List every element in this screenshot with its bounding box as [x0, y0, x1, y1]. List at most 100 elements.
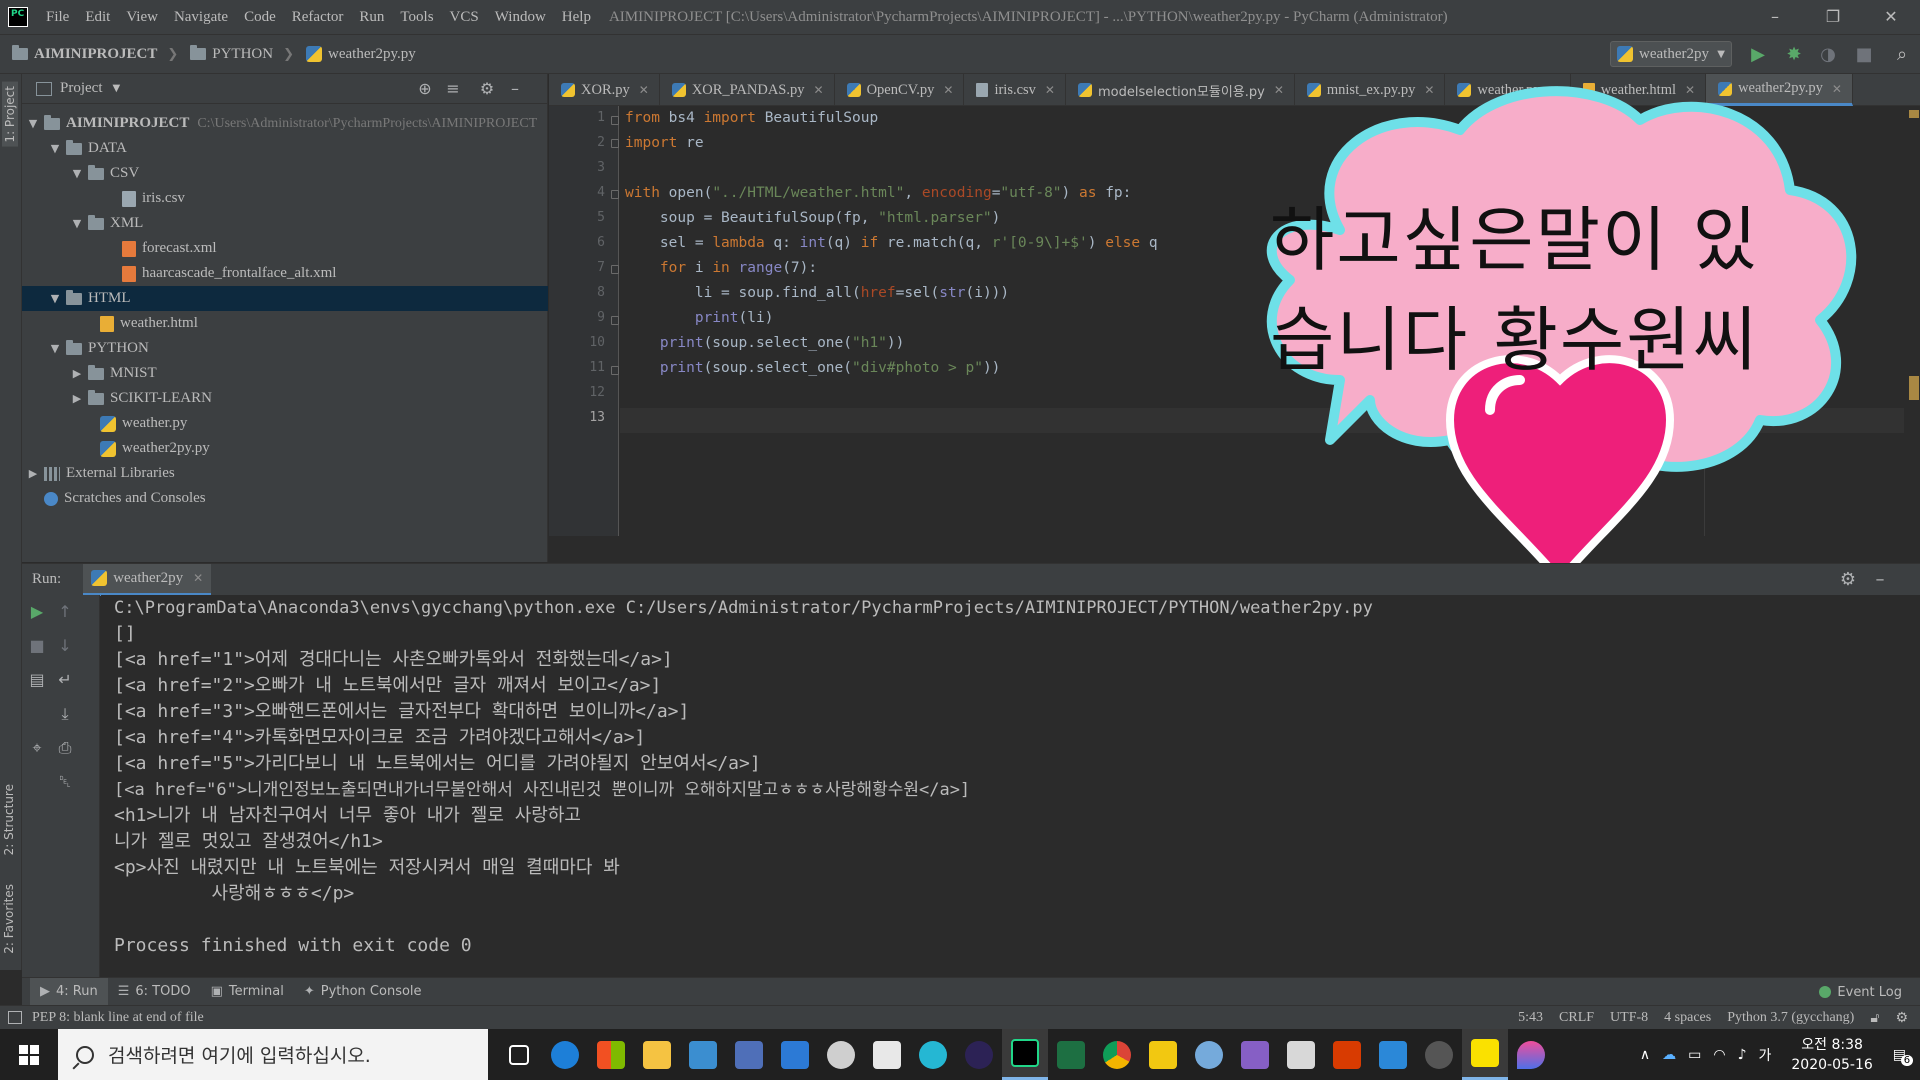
tool-window-python-console[interactable]: ✦ Python Console	[294, 978, 432, 1006]
soft-wrap-icon[interactable]: ↵	[52, 667, 78, 693]
taskbar-settings[interactable]	[1416, 1029, 1462, 1080]
battery-icon[interactable]: ▭	[1688, 1047, 1701, 1063]
minimize-button[interactable]: –	[1746, 0, 1804, 34]
clock[interactable]: 오전 8:38 2020-05-16	[1791, 1035, 1872, 1075]
menu-code[interactable]: Code	[236, 0, 284, 34]
taskbar-vs[interactable]	[1232, 1029, 1278, 1080]
tree-item-html[interactable]: ▼ HTML	[22, 286, 548, 311]
fold-marker-icon[interactable]	[611, 139, 619, 148]
collapse-triangle-icon[interactable]: ▶	[70, 367, 84, 380]
tree-item-data[interactable]: ▼ DATA	[22, 136, 548, 161]
start-button[interactable]	[0, 1029, 58, 1080]
hide-icon[interactable]: –	[1868, 568, 1892, 592]
tree-item-weather-py[interactable]: weather.py	[22, 411, 548, 436]
volume-icon[interactable]: ♪	[1738, 1047, 1747, 1063]
menu-tools[interactable]: Tools	[392, 0, 441, 34]
favorites-tool-tab[interactable]: 2: Favorites	[2, 884, 16, 954]
menu-refactor[interactable]: Refactor	[284, 0, 352, 34]
hide-icon[interactable]: –	[504, 78, 526, 100]
close-icon[interactable]: ✕	[1045, 83, 1055, 97]
menu-edit[interactable]: Edit	[77, 0, 118, 34]
taskbar-office[interactable]	[1324, 1029, 1370, 1080]
fold-marker-icon[interactable]	[611, 190, 619, 199]
toggle-tool-windows-icon[interactable]	[8, 1011, 22, 1024]
close-icon[interactable]: ✕	[639, 83, 649, 97]
ime-indicator[interactable]: 가	[1759, 1045, 1772, 1065]
gear-icon[interactable]: ⚙	[476, 78, 498, 100]
print-icon[interactable]: ⎙	[52, 735, 78, 761]
warning-stripe-marker[interactable]	[1909, 376, 1919, 400]
taskbar-app-vc[interactable]	[772, 1029, 818, 1080]
fold-marker-icon[interactable]	[611, 265, 619, 274]
taskbar-app-network[interactable]	[726, 1029, 772, 1080]
run-tab-weather2py[interactable]: weather2py ✕	[83, 563, 212, 596]
chevron-up-icon[interactable]: ∧	[1640, 1047, 1650, 1063]
taskbar-app-control-panel[interactable]	[680, 1029, 726, 1080]
structure-tool-tab[interactable]: 2: Structure	[2, 784, 16, 855]
restore-button[interactable]: ❐	[1804, 0, 1862, 34]
tree-item-weather2py-py[interactable]: weather2py.py	[22, 436, 548, 461]
scroll-to-end-icon[interactable]: ⤓	[52, 701, 78, 727]
close-icon[interactable]: ✕	[814, 83, 824, 97]
menu-view[interactable]: View	[118, 0, 166, 34]
project-panel-title[interactable]: Project	[60, 80, 103, 97]
console-output[interactable]: C:\ProgramData\Anaconda3\envs\gycchang\p…	[101, 595, 1920, 977]
tree-item-forecast-xml[interactable]: forecast.xml	[22, 236, 548, 261]
menu-vcs[interactable]: VCS	[442, 0, 487, 34]
up-arrow-icon[interactable]: ↑	[52, 599, 78, 625]
expand-triangle-icon[interactable]: ▼	[70, 167, 84, 180]
expand-triangle-icon[interactable]: ▼	[70, 217, 84, 230]
tree-item-csv[interactable]: ▼ CSV	[22, 161, 548, 186]
taskbar-chrome[interactable]	[1094, 1029, 1140, 1080]
close-button[interactable]: ✕	[1862, 0, 1920, 34]
coverage-icon[interactable]: ◑	[1816, 43, 1840, 67]
tree-item-iris-csv[interactable]: iris.csv	[22, 186, 548, 211]
taskbar-snip[interactable]	[1278, 1029, 1324, 1080]
search-icon[interactable]: ⌕	[1890, 43, 1914, 67]
fold-marker-icon[interactable]	[611, 316, 619, 325]
collapse-triangle-icon[interactable]: ▶	[70, 392, 84, 405]
expand-triangle-icon[interactable]: ▼	[48, 292, 62, 305]
tab-iris-csv[interactable]: iris.csv ✕	[964, 74, 1066, 106]
taskbar-paint[interactable]	[1508, 1029, 1554, 1080]
gear-icon[interactable]: ⚙	[1836, 568, 1860, 592]
trash-icon[interactable]: ␡	[52, 769, 78, 795]
menu-run[interactable]: Run	[351, 0, 392, 34]
python-interpreter[interactable]: Python 3.7 (gycchang)	[1727, 1010, 1854, 1026]
expand-triangle-icon[interactable]: ▼	[48, 142, 62, 155]
inspector-icon[interactable]: ⚙	[1895, 1010, 1908, 1026]
project-tool-tab[interactable]: 1: Project	[2, 82, 18, 147]
taskbar-edge[interactable]	[542, 1029, 588, 1080]
taskbar-photos[interactable]	[1370, 1029, 1416, 1080]
close-icon[interactable]: ✕	[943, 83, 953, 97]
tree-item-weather-html[interactable]: weather.html	[22, 311, 548, 336]
expand-triangle-icon[interactable]: ▼	[26, 117, 40, 130]
run-configuration-select[interactable]: weather2py ▼	[1610, 41, 1732, 67]
tree-item-external-libraries[interactable]: ▶ External Libraries	[22, 461, 548, 486]
taskbar-app-notepad[interactable]	[864, 1029, 910, 1080]
taskbar-r[interactable]	[1186, 1029, 1232, 1080]
tree-item-python[interactable]: ▼ PYTHON	[22, 336, 548, 361]
tree-item-mnist[interactable]: ▶ MNIST	[22, 361, 548, 386]
debug-icon[interactable]: ✸	[1782, 43, 1806, 67]
close-icon[interactable]: ✕	[193, 571, 203, 585]
taskbar-app-disc[interactable]	[818, 1029, 864, 1080]
fold-marker-icon[interactable]	[611, 366, 619, 375]
expand-triangle-icon[interactable]: ▼	[48, 342, 62, 355]
stop-icon[interactable]: ■	[24, 633, 50, 659]
tab-xor-pandas-py[interactable]: XOR_PANDAS.py ✕	[660, 74, 835, 106]
fold-marker-icon[interactable]	[611, 116, 619, 125]
taskbar-store[interactable]	[588, 1029, 634, 1080]
event-log-button[interactable]: Event Log	[1819, 978, 1902, 1006]
collapse-triangle-icon[interactable]: ▶	[26, 467, 40, 480]
collapse-all-icon[interactable]: ≡	[442, 78, 464, 100]
pin-icon[interactable]: ⌖	[24, 735, 50, 761]
onedrive-icon[interactable]: ☁	[1662, 1047, 1676, 1063]
tab-xor-py[interactable]: XOR.py ✕	[549, 74, 660, 106]
run-icon[interactable]: ▶	[1746, 43, 1770, 67]
breadcrumb-folder[interactable]: PYTHON ❯	[178, 45, 294, 63]
taskbar-search-input[interactable]: 검색하려면 여기에 입력하십시오.	[58, 1029, 488, 1080]
error-stripe-marker[interactable]	[1909, 110, 1919, 118]
stop-icon[interactable]: ■	[1852, 43, 1876, 67]
caret-position[interactable]: 5:43	[1518, 1010, 1543, 1026]
